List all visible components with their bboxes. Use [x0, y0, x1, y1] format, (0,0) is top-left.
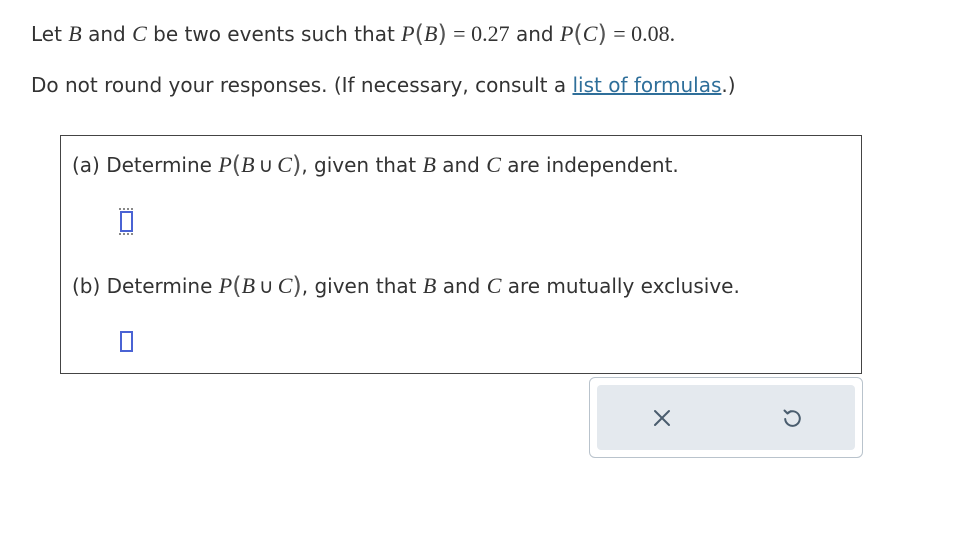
paren-close: )	[292, 272, 302, 300]
var-b: B	[422, 152, 436, 177]
answer-b-input[interactable]	[120, 331, 133, 352]
var-c: C	[486, 152, 501, 177]
paren-open: (	[232, 272, 242, 300]
var-c: C	[277, 152, 292, 177]
text-condition: are mutually exclusive.	[507, 274, 740, 298]
toolbar-inner	[597, 385, 855, 450]
answer-a-input[interactable]	[119, 208, 134, 235]
prob-symbol: P	[218, 152, 232, 177]
var-c: C	[277, 273, 293, 298]
part-b-label: (b) Determine	[72, 274, 213, 298]
var-b: B	[422, 273, 437, 298]
problem-statement: Let B and C be two events such that P(B)…	[31, 17, 675, 51]
undo-icon	[783, 409, 801, 427]
question-box: (a) Determine P(B ∪ C), given that B and C…	[60, 135, 862, 374]
text-statement: be two events such that	[153, 22, 395, 46]
paren-close: )	[597, 20, 607, 48]
var-b: B	[241, 152, 255, 177]
var-b: B	[241, 273, 256, 298]
clear-button[interactable]	[647, 403, 677, 433]
text-and: and	[442, 153, 480, 177]
var-b: B	[68, 21, 82, 46]
text-condition: are independent.	[507, 153, 679, 177]
undo-button[interactable]	[777, 403, 807, 433]
paren-close: )	[437, 20, 447, 48]
prob-symbol: P	[218, 273, 233, 298]
text-and: and	[88, 22, 126, 46]
instructions-text-end: .)	[721, 73, 736, 97]
text-and: and	[442, 274, 481, 298]
union-symbol: ∪	[259, 274, 274, 298]
part-a-label: (a) Determine	[72, 153, 212, 177]
part-a-prompt: (a) Determine P(B ∪ C), given that B and C…	[72, 148, 679, 182]
part-b-prompt: (b) Determine P(B ∪ C), given that B and C…	[72, 269, 740, 303]
var-b: B	[423, 21, 438, 46]
var-c: C	[486, 273, 502, 298]
close-icon	[654, 410, 670, 426]
union-symbol: ∪	[258, 153, 274, 177]
answer-toolbar	[589, 377, 863, 458]
paren-open: (	[414, 20, 424, 48]
var-c: C	[132, 21, 147, 46]
paren-close: )	[291, 151, 302, 179]
var-c: C	[582, 21, 598, 46]
instructions: Do not round your responses. (If necessa…	[31, 70, 736, 100]
instructions-text: Do not round your responses. (If necessa…	[31, 73, 573, 97]
text-given: , given that	[301, 274, 417, 298]
formulas-link[interactable]: list of formulas	[572, 73, 721, 97]
prob-symbol: P	[559, 21, 574, 46]
text-and: and	[515, 22, 554, 46]
text-let: Let	[31, 22, 62, 46]
value-p-c: = 0.08.	[613, 21, 676, 46]
paren-open: (	[231, 151, 242, 179]
text-given: , given that	[301, 153, 417, 177]
value-p-b: = 0.27	[453, 21, 510, 46]
paren-open: (	[573, 20, 583, 48]
prob-symbol: P	[401, 21, 415, 46]
